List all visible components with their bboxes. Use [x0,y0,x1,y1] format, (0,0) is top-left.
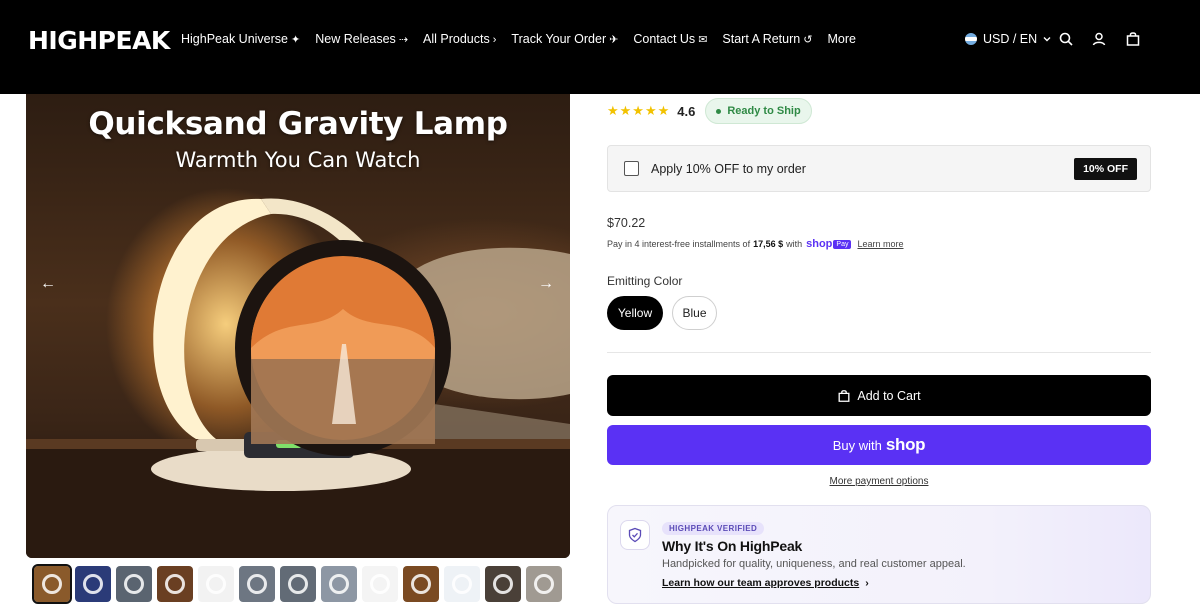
verified-description: Handpicked for quality, uniqueness, and … [662,558,966,570]
gallery-thumbnail[interactable] [75,566,111,602]
gallery-thumbnail[interactable] [32,564,72,604]
gallery-thumbnail[interactable] [280,566,316,602]
gallery-thumbnail[interactable] [403,566,439,602]
thumbnail-lamp-icon [165,574,185,594]
plane-icon: ✈ [609,34,619,46]
gallery-thumbnail[interactable] [157,566,193,602]
bag-icon [838,389,850,402]
locale-label: USD / EN [983,32,1038,46]
gallery-thumbnail[interactable] [198,566,234,602]
thumbnail-strip [32,564,562,604]
gallery-prev-button[interactable]: ← [38,275,58,295]
approval-process-link[interactable]: Learn how our team approves products › [662,577,869,589]
verified-title: Why It's On HighPeak [662,538,803,554]
color-yellow-button[interactable]: Yellow [607,296,663,330]
discount-badge: 10% OFF [1074,158,1137,180]
shop-pay-logo: shop [806,238,833,250]
nav-track-order[interactable]: Track Your Order ✈ [511,32,618,47]
star-rating-icon[interactable]: ★★★★★ [607,103,670,119]
chevron-right-icon: › [865,577,869,589]
gallery-next-button[interactable]: → [536,275,556,295]
nav-new-releases[interactable]: New Releases ⇢ [315,32,408,47]
hero-subtitle: Warmth You Can Watch [175,148,421,172]
thumbnail-lamp-icon [124,574,144,594]
search-icon[interactable] [1058,31,1074,47]
arrow-right-icon: ⇢ [398,34,409,46]
gallery-thumbnail[interactable] [321,566,357,602]
gallery-thumbnail[interactable] [239,566,275,602]
nav-start-return[interactable]: Start A Return ↺ [722,32,812,47]
gallery-thumbnail[interactable] [444,566,480,602]
ready-to-ship-badge: Ready to Ship [705,98,812,124]
nav-highpeak-universe[interactable]: HighPeak Universe ✦ [181,32,300,47]
sparkle-icon: ✦ [291,34,301,46]
thumbnail-lamp-icon [247,574,267,594]
site-header: HIGHPEAK HighPeak Universe ✦ New Releases… [0,0,1200,94]
highpeak-verified-card: HIGHPEAK VERIFIED Why It's On HighPeak H… [607,505,1151,604]
product-price: $70.22 [607,216,646,230]
rating-row: ★★★★★ 4.6 Ready to Ship [607,98,812,124]
gallery-thumbnail[interactable] [526,566,562,602]
shop-logo: shop [885,435,926,454]
discount-checkbox[interactable] [624,161,639,176]
flag-icon [965,33,977,45]
nav-all-products[interactable]: All Products › [423,32,496,47]
nav-more[interactable]: More [827,32,855,47]
thumbnail-lamp-icon [411,574,431,594]
cart-icon[interactable] [1125,31,1141,47]
thumbnail-lamp-icon [288,574,308,594]
thumbnail-lamp-icon [42,574,62,594]
thumbnail-lamp-icon [329,574,349,594]
gallery-thumbnail[interactable] [362,566,398,602]
shop-pay-installments: Pay in 4 interest-free installments of 1… [607,238,904,250]
thumbnail-lamp-icon [534,574,554,594]
divider [607,352,1151,353]
more-payment-options-link[interactable]: More payment options [607,476,1151,487]
verified-badge: HIGHPEAK VERIFIED [662,522,765,535]
thumbnail-lamp-icon [370,574,390,594]
currency-language-selector[interactable]: USD / EN [965,32,1052,46]
discount-label: Apply 10% OFF to my order [651,162,806,176]
thumbnail-lamp-icon [83,574,103,594]
main-nav: HighPeak Universe ✦ New Releases ⇢ All Pro… [181,32,856,47]
hero-title: Quicksand Gravity Lamp [88,106,508,142]
gallery-thumbnail[interactable] [116,566,152,602]
thumbnail-lamp-icon [493,574,513,594]
thumbnail-lamp-icon [452,574,472,594]
chevron-right-icon: › [492,34,497,46]
brand-logo[interactable]: HIGHPEAK [28,28,170,54]
learn-more-link[interactable]: Learn more [857,239,903,249]
gallery-thumbnail[interactable] [485,566,521,602]
thumbnail-lamp-icon [206,574,226,594]
account-icon[interactable] [1091,31,1107,47]
shield-check-icon [620,520,650,550]
return-icon: ↺ [803,34,813,46]
add-to-cart-button[interactable]: Add to Cart [607,375,1151,416]
chevron-down-icon [1043,37,1051,42]
rating-value: 4.6 [677,103,696,119]
color-blue-button[interactable]: Blue [672,296,717,330]
status-dot-icon [716,108,722,114]
nav-contact-us[interactable]: Contact Us ✉ [633,32,707,47]
mail-icon: ✉ [698,34,708,46]
buy-with-shop-button[interactable]: Buy with shop [607,425,1151,465]
product-image-gallery[interactable]: Quicksand Gravity Lamp Warmth You Can Wa… [26,94,570,558]
color-option-label: Emitting Color [607,274,683,288]
discount-option[interactable]: Apply 10% OFF to my order 10% OFF [607,145,1151,192]
